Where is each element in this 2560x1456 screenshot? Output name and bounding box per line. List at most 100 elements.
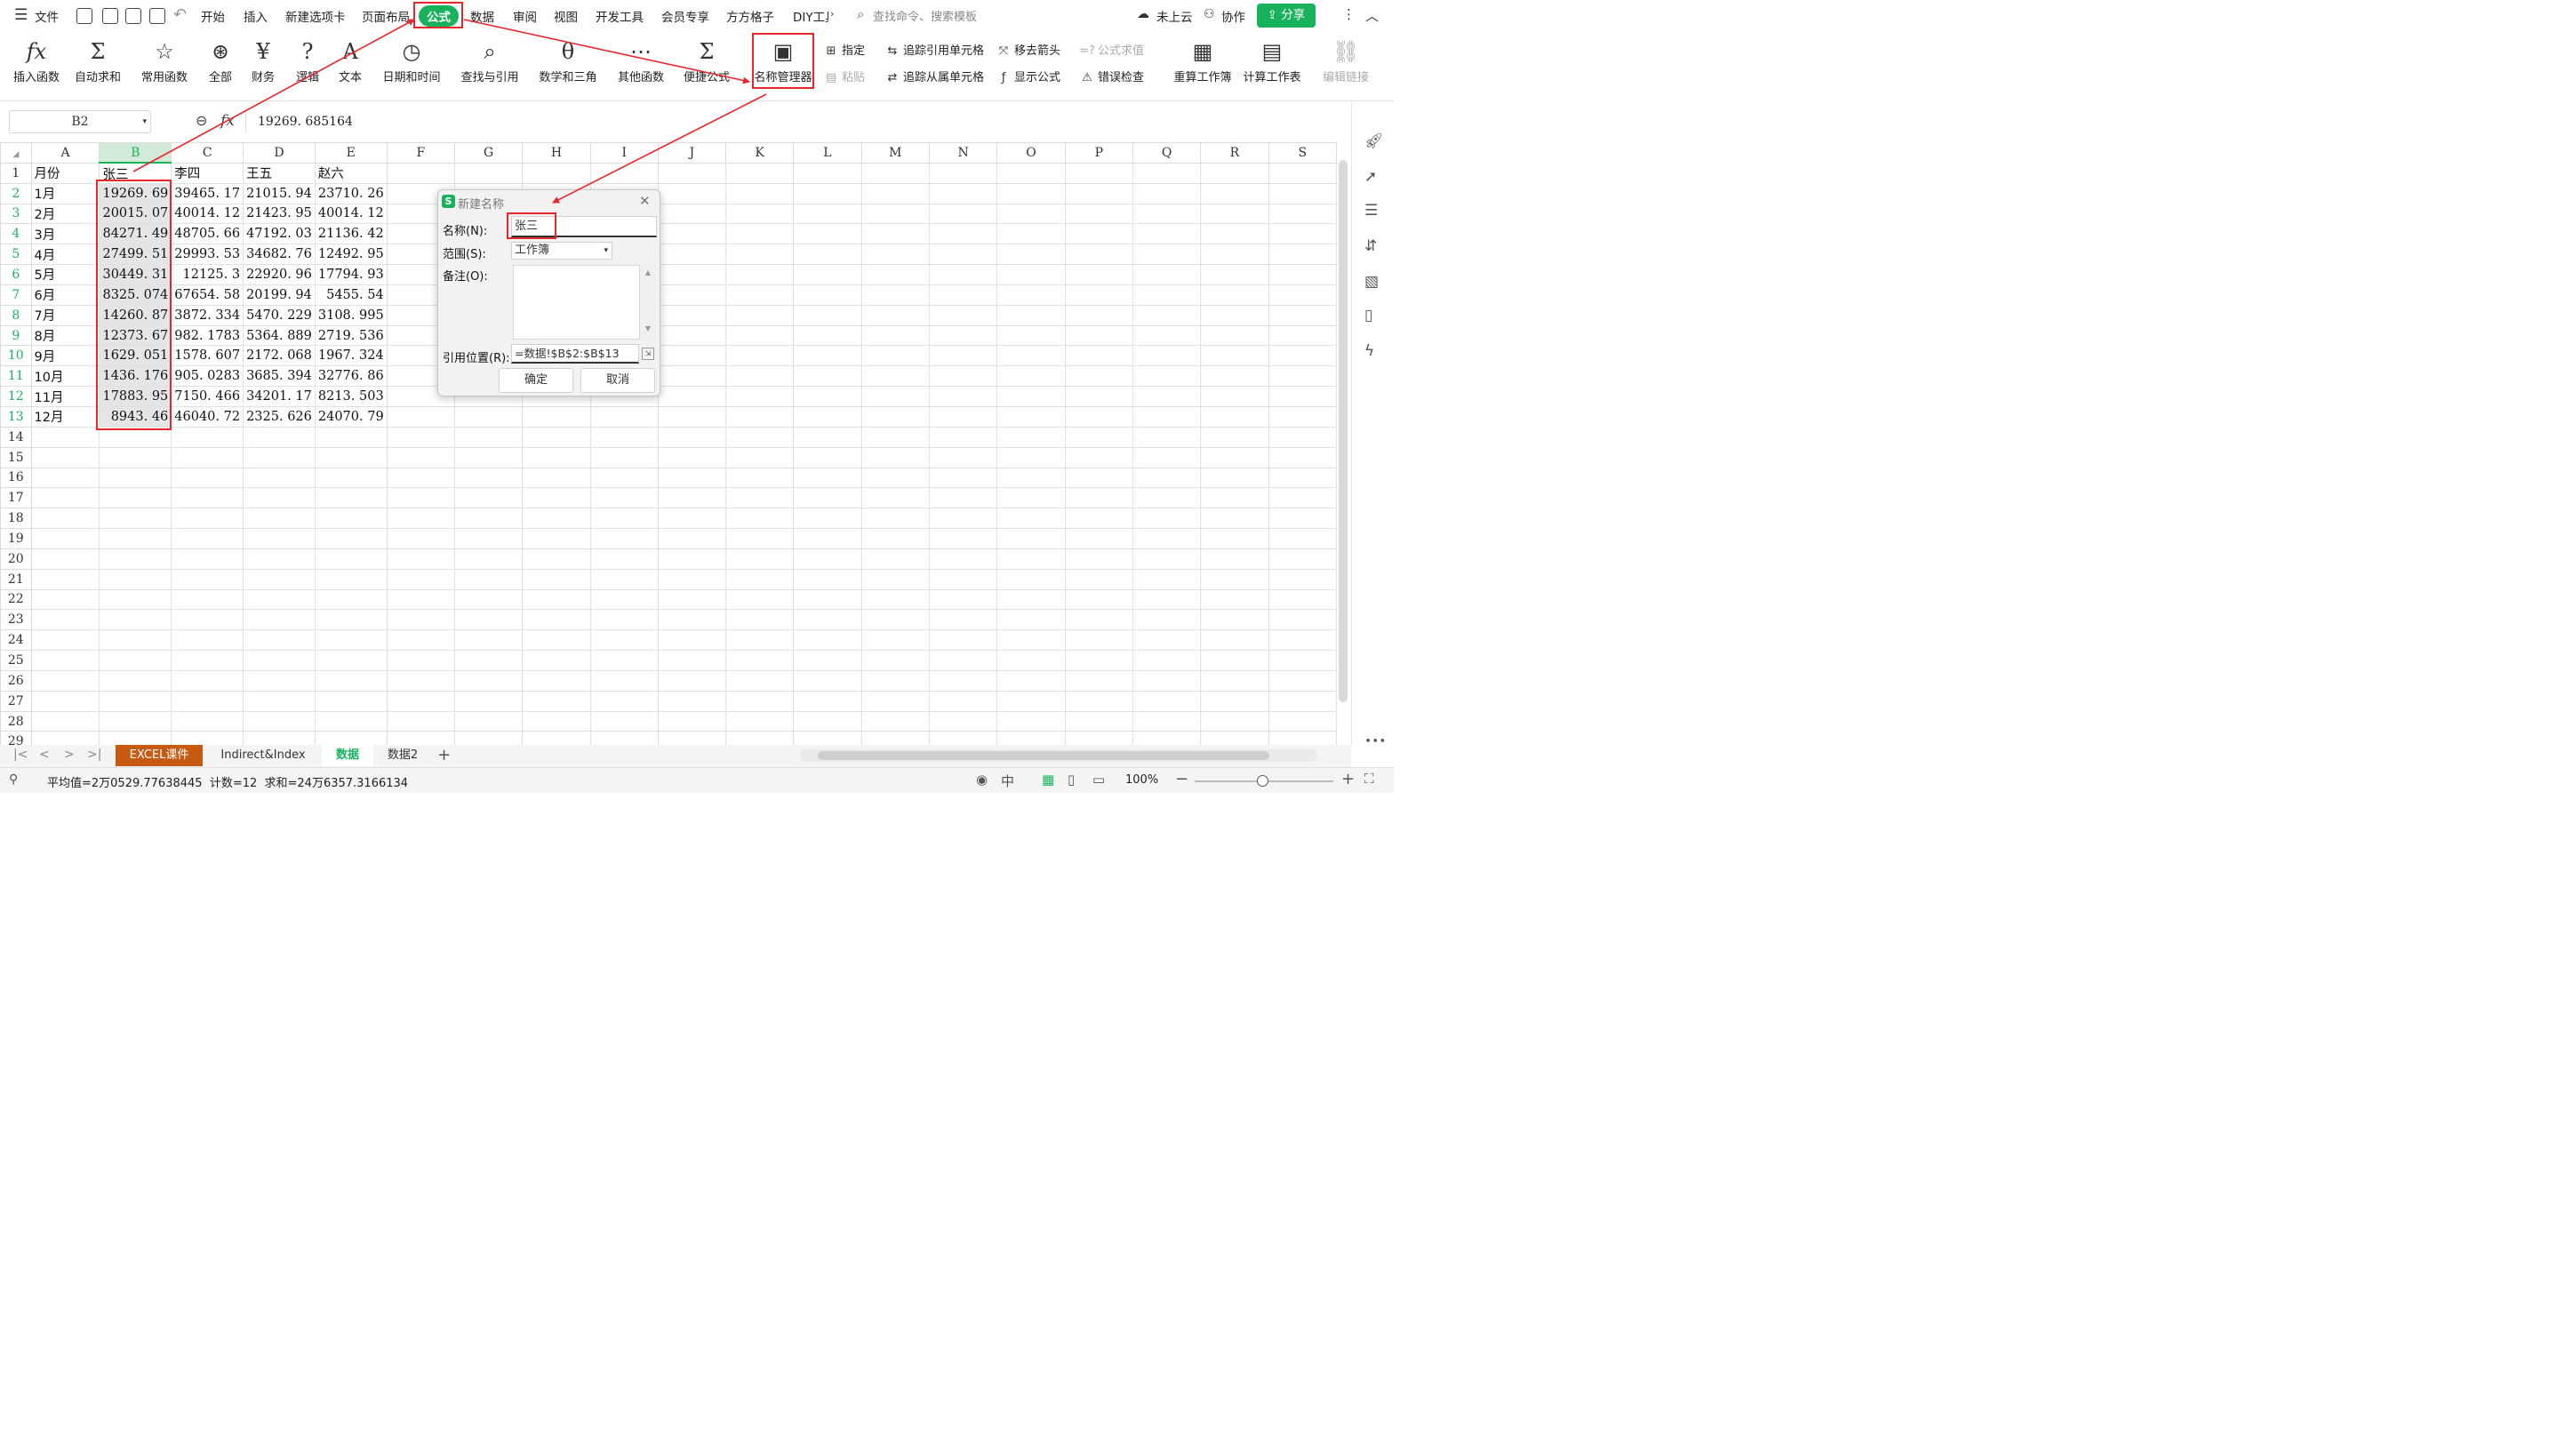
name-manager-button[interactable]: ▣ 名称管理器 xyxy=(754,32,812,87)
cell[interactable] xyxy=(793,386,862,407)
cell[interactable] xyxy=(453,528,524,549)
cell[interactable] xyxy=(30,629,100,652)
cell[interactable] xyxy=(793,203,862,225)
row-header[interactable]: 13 xyxy=(0,405,32,428)
cell[interactable] xyxy=(99,710,172,732)
cell[interactable]: 12492. 95 xyxy=(314,244,388,266)
cursor-icon[interactable]: ➚ xyxy=(1364,168,1377,186)
cell[interactable] xyxy=(1268,588,1337,611)
cell[interactable] xyxy=(243,690,316,712)
cell[interactable] xyxy=(453,467,524,489)
column-header-m[interactable]: M xyxy=(860,142,931,164)
first-sheet-icon[interactable]: |< xyxy=(13,748,28,762)
column-header-b[interactable]: B xyxy=(99,142,172,164)
name-box[interactable]: B2 ▾ xyxy=(9,110,151,133)
cell[interactable] xyxy=(793,650,862,671)
cell[interactable] xyxy=(30,548,100,570)
tab-fangfang[interactable]: 方方格子 xyxy=(726,7,774,25)
row-header[interactable]: 4 xyxy=(0,223,32,245)
cell[interactable] xyxy=(724,426,795,448)
recalc-workbook-button[interactable]: ▦ 重算工作簿 xyxy=(1172,32,1234,87)
cell[interactable] xyxy=(996,162,1066,184)
cell[interactable]: 20015. 07 xyxy=(99,203,172,225)
cell[interactable]: 982. 1783 xyxy=(171,324,244,347)
cell[interactable] xyxy=(657,182,726,204)
cell[interactable] xyxy=(386,487,455,509)
vscroll-thumb[interactable] xyxy=(1339,160,1348,702)
cell[interactable] xyxy=(99,669,172,692)
cell[interactable] xyxy=(724,386,795,407)
cell[interactable] xyxy=(1064,426,1133,448)
cloud-status[interactable]: 未上云 xyxy=(1156,7,1193,25)
cell[interactable]: 1月 xyxy=(30,182,100,204)
cell[interactable]: 2719. 536 xyxy=(314,324,388,347)
cell[interactable] xyxy=(386,669,455,692)
logic-button[interactable]: ? 逻辑 xyxy=(290,32,325,87)
cell[interactable] xyxy=(314,710,388,732)
cell[interactable] xyxy=(1200,203,1269,225)
row-header[interactable]: 25 xyxy=(0,650,32,671)
cell[interactable] xyxy=(314,446,388,468)
cell[interactable] xyxy=(589,690,659,712)
cell[interactable]: 17794. 93 xyxy=(314,264,388,285)
cell[interactable] xyxy=(1268,568,1337,590)
cell[interactable] xyxy=(589,467,659,489)
bolt-icon[interactable]: ϟ xyxy=(1364,342,1374,360)
cell[interactable] xyxy=(1200,669,1269,692)
cell[interactable] xyxy=(1200,548,1269,570)
cell[interactable] xyxy=(996,203,1066,225)
cell[interactable] xyxy=(996,650,1066,671)
cell[interactable] xyxy=(1132,345,1202,367)
cell[interactable] xyxy=(996,304,1066,326)
cell[interactable] xyxy=(657,365,726,388)
cell[interactable] xyxy=(386,528,455,549)
column-header-g[interactable]: G xyxy=(453,142,524,164)
cell[interactable] xyxy=(928,588,998,611)
cell[interactable] xyxy=(1200,284,1269,306)
cell[interactable] xyxy=(243,446,316,468)
normal-view-icon[interactable]: ▦ xyxy=(1042,772,1054,788)
cell[interactable] xyxy=(996,386,1066,407)
tab-data[interactable]: 数据 xyxy=(470,7,494,25)
cell[interactable] xyxy=(30,710,100,732)
cell[interactable] xyxy=(522,508,591,530)
cell[interactable] xyxy=(724,182,795,204)
cell[interactable] xyxy=(1268,467,1337,489)
cell[interactable] xyxy=(1132,284,1202,306)
cell[interactable]: 12125. 3 xyxy=(171,264,244,285)
cell[interactable]: 21423. 95 xyxy=(243,203,316,225)
cell[interactable] xyxy=(386,731,455,745)
cell[interactable] xyxy=(589,548,659,570)
cell[interactable] xyxy=(793,710,862,732)
cell[interactable] xyxy=(996,345,1066,367)
collab-button[interactable]: 协作 xyxy=(1221,7,1245,25)
cell[interactable] xyxy=(1064,650,1133,671)
cell[interactable]: 19269. 69 xyxy=(99,182,172,204)
row-header[interactable]: 27 xyxy=(0,690,32,712)
cell[interactable] xyxy=(589,609,659,631)
cell[interactable] xyxy=(928,731,998,745)
cell[interactable] xyxy=(657,405,726,428)
cell[interactable] xyxy=(724,467,795,489)
cell[interactable] xyxy=(724,669,795,692)
cell[interactable]: 7月 xyxy=(30,304,100,326)
remove-arrows-button[interactable]: ⤧ 移去箭头 xyxy=(996,41,1060,58)
cell[interactable] xyxy=(793,588,862,611)
save-icon[interactable] xyxy=(76,8,92,24)
cell[interactable] xyxy=(724,264,795,285)
collapse-ribbon-icon[interactable]: ︿ xyxy=(1365,6,1379,25)
cell[interactable] xyxy=(243,508,316,530)
cell[interactable] xyxy=(30,609,100,631)
cell[interactable] xyxy=(724,588,795,611)
fx-icon[interactable]: fx xyxy=(220,112,235,130)
cell[interactable] xyxy=(724,345,795,367)
cell[interactable]: 1967. 324 xyxy=(314,345,388,367)
zoom-level[interactable]: 100% xyxy=(1125,773,1158,787)
cell[interactable] xyxy=(99,609,172,631)
cell[interactable] xyxy=(1268,162,1337,184)
cell[interactable] xyxy=(1132,405,1202,428)
cell[interactable] xyxy=(522,588,591,611)
cell[interactable]: 34682. 76 xyxy=(243,244,316,266)
cell[interactable] xyxy=(1268,244,1337,266)
tab-formula[interactable]: 公式 xyxy=(419,5,459,27)
